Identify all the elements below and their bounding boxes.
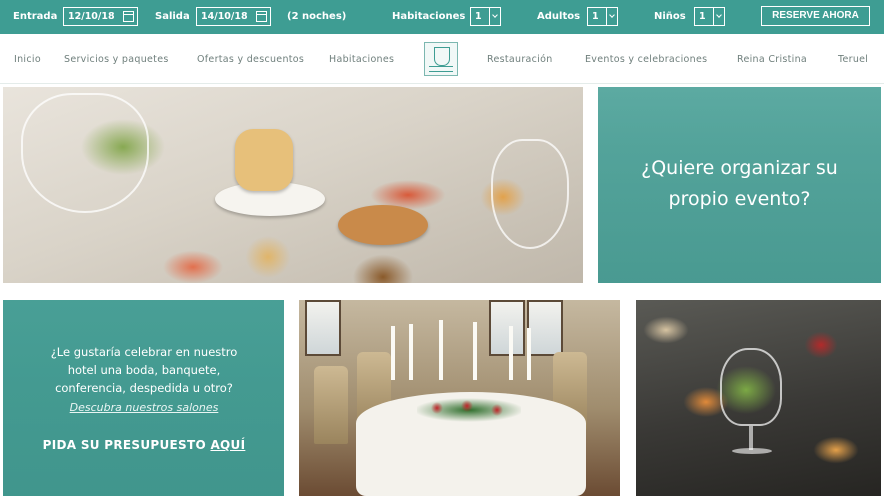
nav-item-servicios[interactable]: Servicios y paquetes	[64, 34, 169, 84]
flower-centerpiece-graphic	[417, 396, 521, 422]
quote-cta: PIDA SU PRESUPUESTO AQUÍ	[17, 438, 271, 452]
banquet-photo	[3, 87, 583, 283]
window-graphic	[527, 300, 563, 356]
water-glass-graphic	[491, 139, 569, 249]
hotel-logo-icon[interactable]	[424, 42, 458, 76]
promo-question: ¿Le gustaría celebrar en nuestro hotel u…	[17, 343, 271, 397]
event-card-title: ¿Quiere organizar su propio evento?	[598, 153, 881, 215]
chair-graphic	[314, 366, 348, 444]
nav-item-eventos[interactable]: Eventos y celebraciones	[585, 34, 707, 84]
checkin-date-value: 12/10/18	[68, 11, 115, 22]
main-nav: Inicio Servicios y paquetes Ofertas y de…	[0, 34, 884, 84]
dining-table-photo	[299, 300, 620, 496]
nav-item-teruel[interactable]: Teruel	[838, 34, 868, 84]
children-select[interactable]: 1	[694, 7, 725, 26]
glass-bowl-graphic	[720, 348, 782, 426]
nav-item-reina-cristina[interactable]: Reina Cristina	[737, 34, 807, 84]
candle-graphic	[409, 324, 413, 380]
chevron-down-icon	[606, 8, 617, 25]
candle-graphic	[391, 326, 395, 380]
rooms-select[interactable]: 1	[470, 7, 501, 26]
nav-item-inicio[interactable]: Inicio	[14, 34, 41, 84]
nav-item-ofertas[interactable]: Ofertas y descuentos	[197, 34, 304, 84]
nav-item-habitaciones[interactable]: Habitaciones	[329, 34, 394, 84]
celebration-promo-card: ¿Le gustaría celebrar en nuestro hotel u…	[3, 300, 284, 496]
discover-salons-link[interactable]: Descubra nuestros salones	[17, 401, 271, 414]
adults-label: Adultos	[537, 0, 580, 34]
vol-au-vent-graphic	[235, 129, 293, 191]
rooms-value: 1	[475, 11, 482, 22]
children-label: Niños	[654, 0, 686, 34]
chevron-down-icon	[489, 8, 500, 25]
candle-graphic	[439, 320, 443, 380]
quote-cta-text: PIDA SU PRESUPUESTO	[43, 438, 211, 452]
buffet-photo	[636, 300, 881, 496]
window-graphic	[305, 300, 341, 356]
tartlet-graphic	[338, 205, 428, 245]
wine-glass-graphic	[21, 93, 149, 213]
booking-bar: Entrada 12/10/18 Salida 14/10/18 (2 noch…	[0, 0, 884, 34]
checkin-date-field[interactable]: 12/10/18	[63, 7, 138, 26]
candle-graphic	[509, 326, 513, 380]
checkin-label: Entrada	[13, 0, 57, 34]
checkout-date-field[interactable]: 14/10/18	[196, 7, 271, 26]
candle-graphic	[473, 322, 477, 380]
checkout-label: Salida	[155, 0, 190, 34]
adults-select[interactable]: 1	[587, 7, 618, 26]
nights-count: (2 noches)	[287, 0, 346, 34]
calendar-icon[interactable]	[256, 11, 267, 22]
checkout-date-value: 14/10/18	[201, 11, 248, 22]
glass-stem-graphic	[749, 426, 753, 450]
window-graphic	[489, 300, 525, 356]
calendar-icon[interactable]	[123, 11, 134, 22]
reserve-now-button[interactable]: RESERVE AHORA	[761, 6, 870, 26]
quote-here-link[interactable]: AQUÍ	[210, 438, 245, 452]
glass-base-graphic	[732, 448, 772, 454]
nav-item-restauracion[interactable]: Restauración	[487, 34, 553, 84]
rooms-label: Habitaciones	[392, 0, 465, 34]
adults-value: 1	[592, 11, 599, 22]
candle-graphic	[527, 328, 531, 380]
chevron-down-icon	[713, 8, 724, 25]
organize-event-card[interactable]: ¿Quiere organizar su propio evento?	[598, 87, 881, 283]
children-value: 1	[699, 11, 706, 22]
